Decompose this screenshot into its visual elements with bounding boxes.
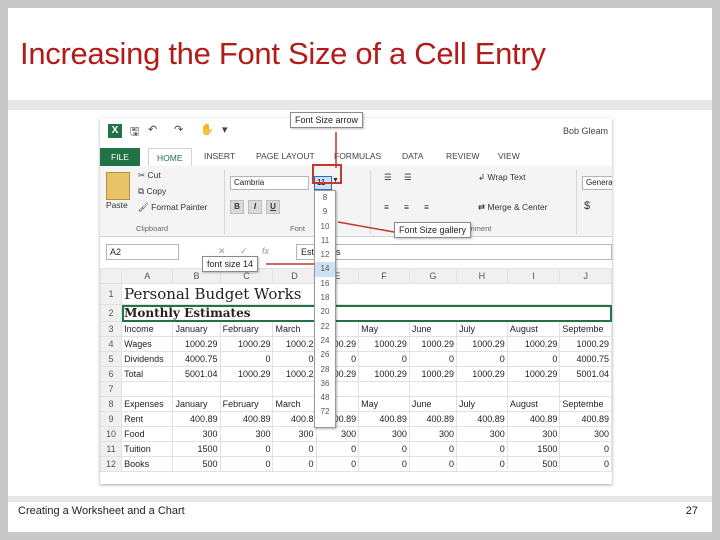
footer-text: Creating a Worksheet and a Chart: [18, 505, 185, 517]
font-size-arrow-highlight: [312, 164, 342, 184]
callout-line-gallery: [337, 221, 395, 233]
callout-lines: [266, 132, 395, 265]
slide: Increasing the Font Size of a Cell Entry…: [8, 8, 712, 532]
page-number: 27: [685, 505, 698, 517]
footer-divider: [8, 496, 712, 502]
callout-font-size-14: font size 14: [202, 256, 259, 272]
callout-font-size-gallery: Font Size gallery: [394, 222, 472, 238]
callout-font-size-arrow: Font Size arrow: [290, 112, 364, 128]
